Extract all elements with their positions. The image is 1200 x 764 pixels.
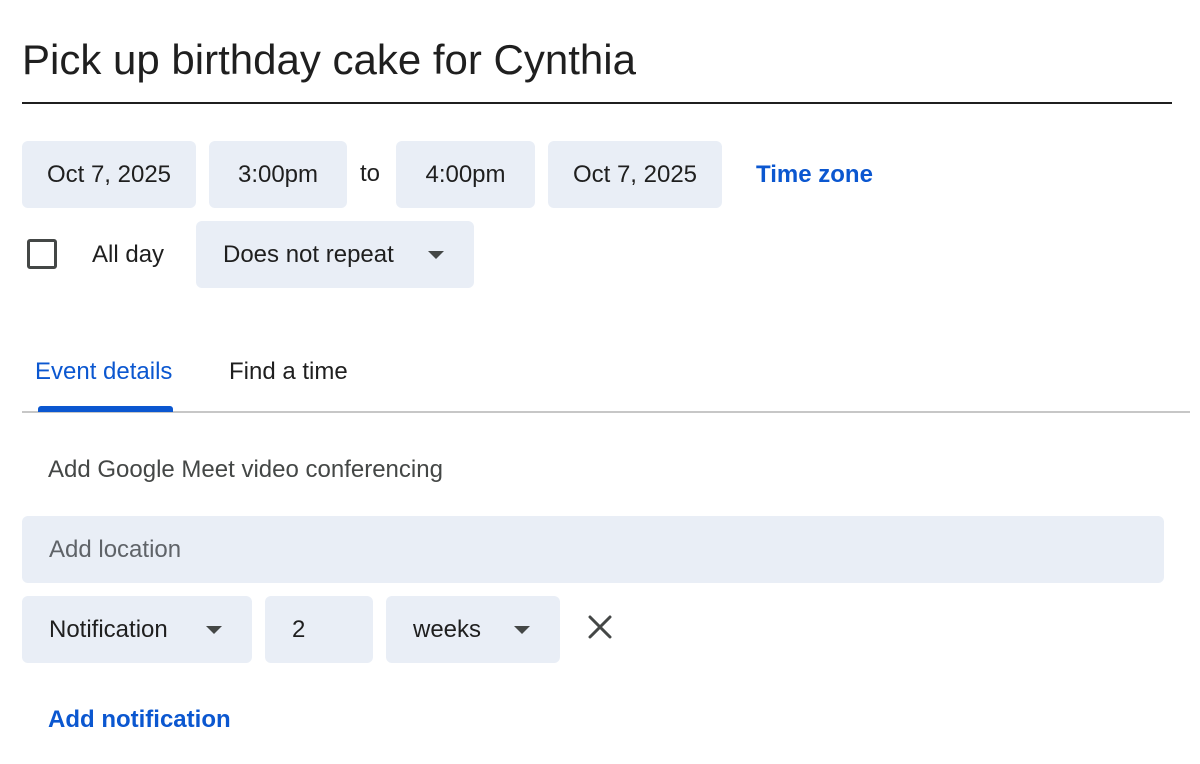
notification-amount-input[interactable]: 2 — [265, 596, 373, 663]
caret-down-icon — [514, 625, 530, 634]
start-date-button[interactable]: Oct 7, 2025 — [22, 141, 196, 208]
tab-event-details[interactable]: Event details — [35, 358, 172, 386]
end-date-button[interactable]: Oct 7, 2025 — [548, 141, 722, 208]
event-title-text: Pick up birthday cake for Cynthia — [22, 36, 636, 83]
tab-divider — [22, 411, 1190, 413]
active-tab-indicator — [38, 406, 173, 412]
add-notification-link[interactable]: Add notification — [48, 706, 231, 734]
location-placeholder: Add location — [49, 535, 182, 563]
caret-down-icon — [428, 250, 444, 259]
to-separator: to — [360, 160, 381, 187]
notification-amount-value: 2 — [292, 615, 306, 643]
start-date-label: Oct 7, 2025 — [46, 160, 172, 188]
all-day-label: All day — [92, 241, 165, 268]
notification-type-select[interactable]: Notification — [22, 596, 252, 663]
tab-event-details-label: Event details — [35, 358, 173, 385]
start-time-button[interactable]: 3:00pm — [209, 141, 347, 208]
end-time-label: 4:00pm — [425, 160, 506, 188]
start-time-label: 3:00pm — [237, 160, 319, 188]
tab-find-a-time-label: Find a time — [229, 358, 348, 385]
close-icon[interactable] — [584, 611, 616, 643]
notification-type-value: Notification — [49, 615, 168, 643]
location-input[interactable]: Add location — [22, 516, 1164, 583]
add-google-meet-button[interactable]: Add Google Meet video conferencing — [48, 456, 443, 484]
notification-unit-select[interactable]: weeks — [386, 596, 560, 663]
notification-unit-value: weeks — [413, 615, 482, 643]
end-date-label: Oct 7, 2025 — [572, 160, 698, 188]
caret-down-icon — [206, 625, 222, 634]
tab-find-a-time[interactable]: Find a time — [229, 358, 348, 386]
event-title-input[interactable]: Pick up birthday cake for Cynthia — [22, 32, 1172, 104]
all-day-checkbox[interactable] — [27, 239, 57, 269]
time-zone-link[interactable]: Time zone — [756, 161, 873, 189]
end-time-button[interactable]: 4:00pm — [396, 141, 535, 208]
repeat-select[interactable]: Does not repeat — [196, 221, 474, 288]
repeat-select-value: Does not repeat — [223, 240, 394, 268]
